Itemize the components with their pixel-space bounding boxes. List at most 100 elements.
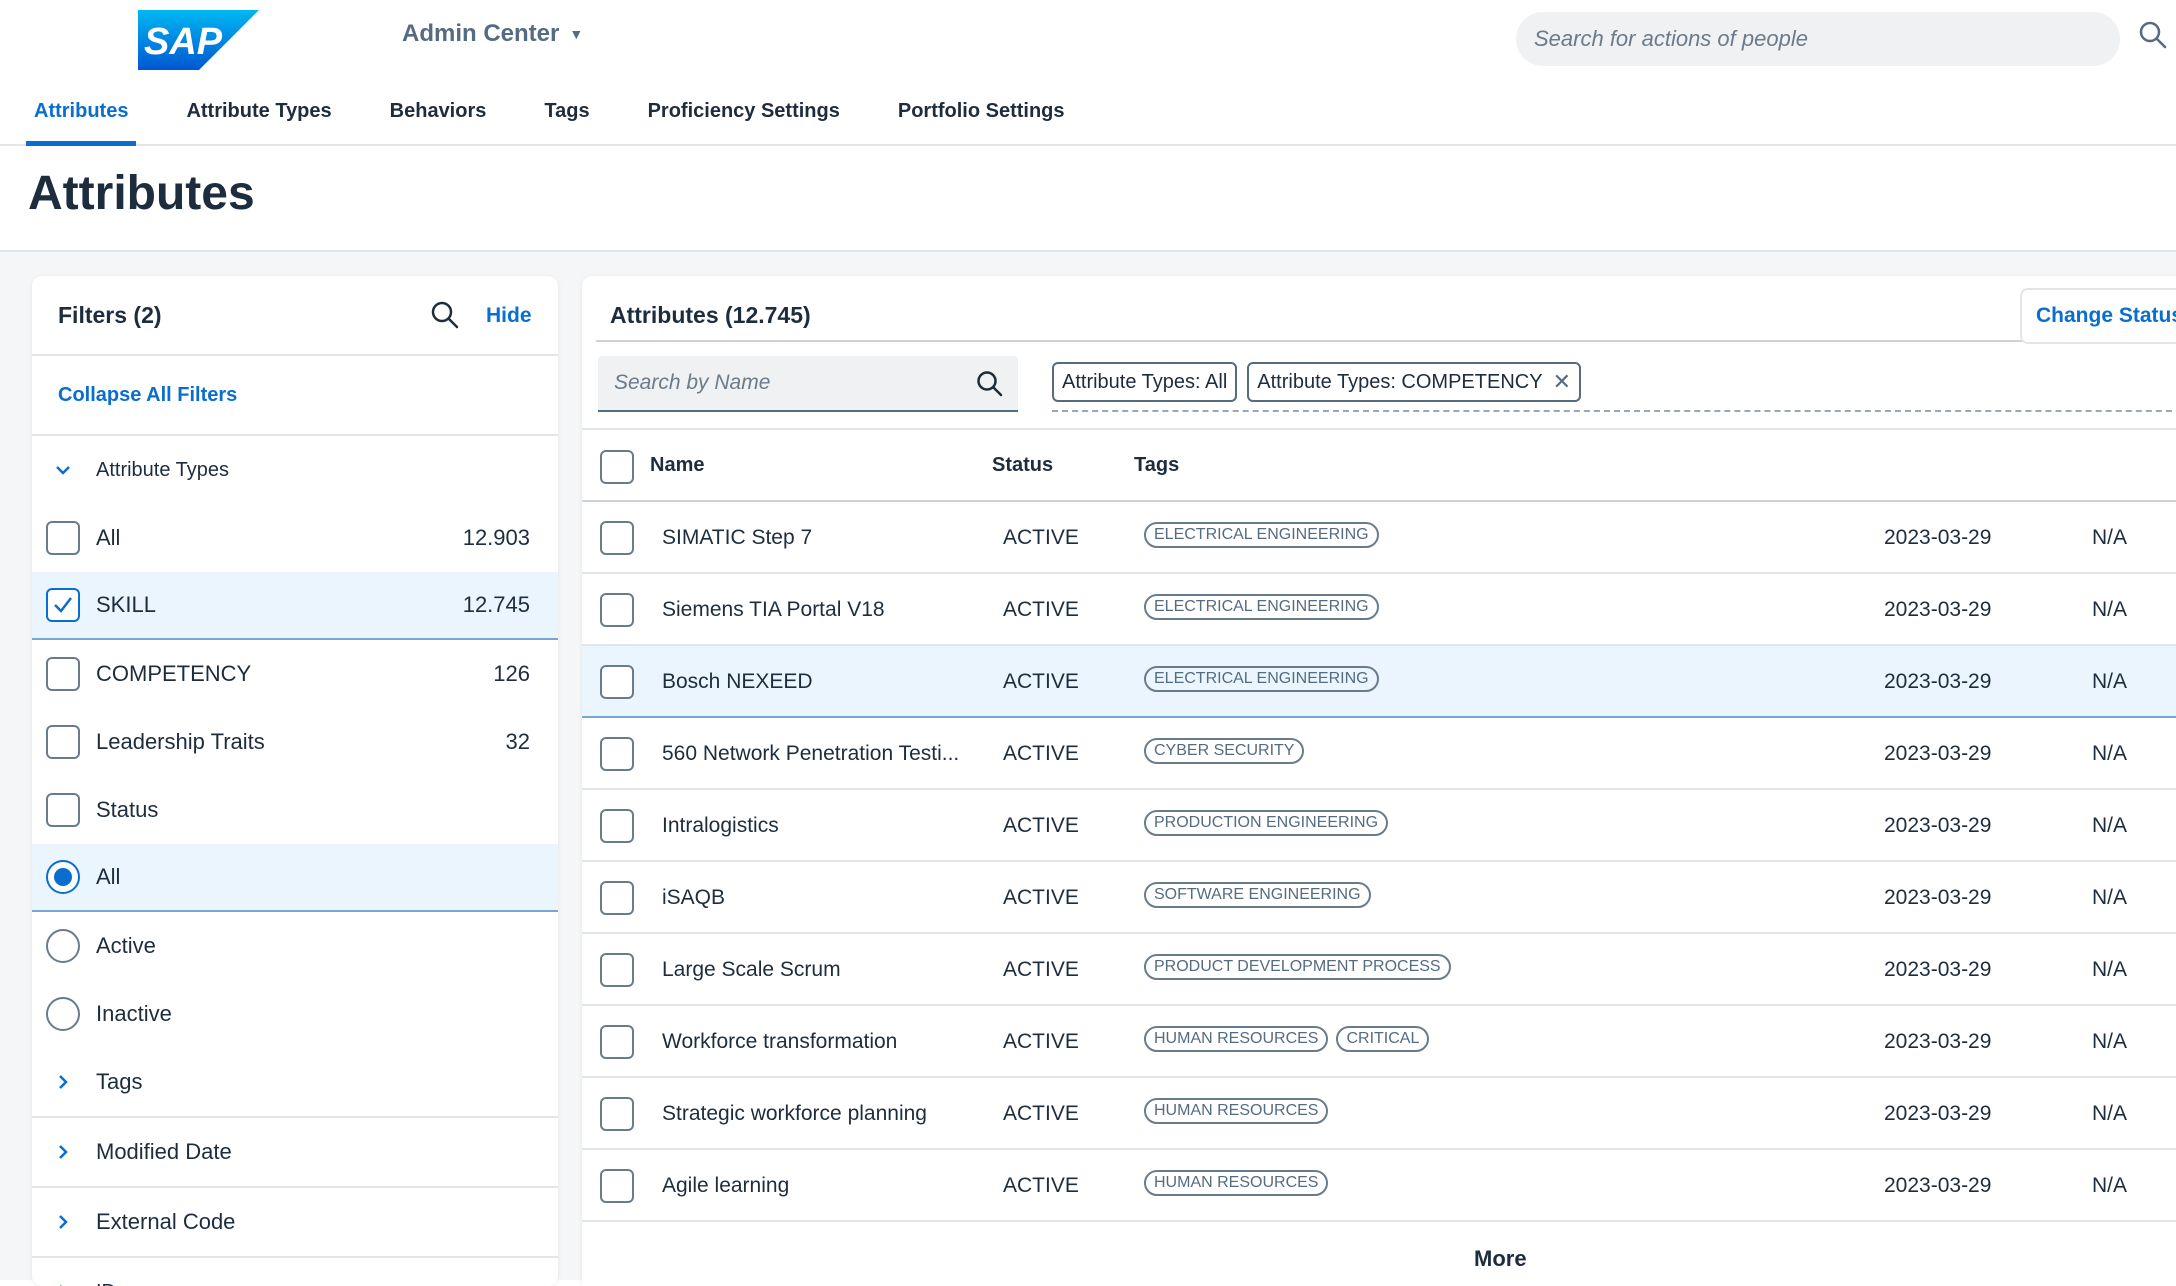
filter-option-label: Leadership Traits bbox=[96, 729, 265, 755]
collapse-all-filters-link[interactable]: Collapse All Filters bbox=[32, 356, 558, 436]
checkbox[interactable] bbox=[46, 725, 80, 759]
tab-attribute-types[interactable]: Attribute Types bbox=[178, 96, 339, 146]
hide-filters-button[interactable]: Hide bbox=[486, 304, 532, 328]
filter-option-skill[interactable]: SKILL 12.745 bbox=[32, 572, 558, 640]
tab-proficiency-settings[interactable]: Proficiency Settings bbox=[640, 96, 848, 146]
tag-badge: CYBER SECURITY bbox=[1144, 738, 1304, 764]
filter-option-leadership-traits[interactable]: Leadership Traits 32 bbox=[32, 708, 558, 776]
more-button[interactable]: More bbox=[1474, 1246, 1527, 1272]
cell-tags: PRODUCT DEVELOPMENT PROCESS bbox=[1144, 954, 1451, 980]
tag-badge: PRODUCTION ENGINEERING bbox=[1144, 810, 1388, 836]
checkbox[interactable] bbox=[46, 657, 80, 691]
chevron-down-icon bbox=[54, 461, 72, 479]
filter-search-icon[interactable] bbox=[430, 300, 460, 330]
filter-group-attribute-types[interactable]: Attribute Types bbox=[32, 436, 558, 504]
row-checkbox[interactable] bbox=[600, 1169, 634, 1203]
select-all-checkbox[interactable] bbox=[600, 450, 634, 484]
row-checkbox[interactable] bbox=[600, 953, 634, 987]
cell-extra: N/A bbox=[2092, 886, 2127, 910]
cell-date: 2023-03-29 bbox=[1884, 742, 1991, 766]
cell-name[interactable]: Siemens TIA Portal V18 bbox=[662, 598, 885, 622]
filter-option-label: SKILL bbox=[96, 592, 156, 618]
cell-name[interactable]: Intralogistics bbox=[662, 814, 779, 838]
row-checkbox[interactable] bbox=[600, 881, 634, 915]
table-row[interactable]: iSAQBACTIVESOFTWARE ENGINEERING2023-03-2… bbox=[582, 862, 2176, 934]
radio[interactable] bbox=[46, 997, 80, 1031]
top-bar: SAP Admin Center ▼ Search for actions of… bbox=[0, 0, 2176, 146]
row-checkbox[interactable] bbox=[600, 521, 634, 555]
attributes-table-panel: Attributes (12.745) Change Status Search… bbox=[582, 276, 2176, 1286]
cell-date: 2023-03-29 bbox=[1884, 814, 1991, 838]
status-option-inactive[interactable]: Inactive bbox=[32, 980, 558, 1048]
cell-extra: N/A bbox=[2092, 1174, 2127, 1198]
checkbox[interactable] bbox=[46, 521, 80, 555]
column-header-tags[interactable]: Tags bbox=[1134, 454, 1179, 477]
change-status-label: Change Status bbox=[2036, 304, 2176, 328]
close-icon[interactable]: ✕ bbox=[1553, 369, 1571, 395]
tab-attributes[interactable]: Attributes bbox=[26, 96, 136, 146]
table-row[interactable]: Large Scale ScrumACTIVEPRODUCT DEVELOPME… bbox=[582, 934, 2176, 1006]
checkbox-checked[interactable] bbox=[46, 588, 80, 622]
table-row[interactable]: IntralogisticsACTIVEPRODUCTION ENGINEERI… bbox=[582, 790, 2176, 862]
filter-option-all-types[interactable]: All 12.903 bbox=[32, 504, 558, 572]
sap-logo[interactable]: SAP bbox=[138, 10, 259, 70]
table-row[interactable]: 560 Network Penetration Testi...ACTIVECY… bbox=[582, 718, 2176, 790]
cell-name[interactable]: Workforce transformation bbox=[662, 1030, 897, 1054]
cell-name[interactable]: Strategic workforce planning bbox=[662, 1102, 927, 1126]
search-by-name-input[interactable]: Search by Name bbox=[598, 356, 1018, 412]
table-row[interactable]: Strategic workforce planningACTIVEHUMAN … bbox=[582, 1078, 2176, 1150]
table-row[interactable]: Bosch NEXEEDACTIVEELECTRICAL ENGINEERING… bbox=[582, 646, 2176, 718]
row-checkbox[interactable] bbox=[600, 1097, 634, 1131]
filter-chip[interactable]: Attribute Types: COMPETENCY ✕ bbox=[1247, 362, 1581, 402]
global-search-input[interactable]: Search for actions of people bbox=[1516, 12, 2120, 66]
filter-group-tags[interactable]: Tags bbox=[32, 1048, 558, 1118]
table-header: Name Status Tags bbox=[582, 428, 2176, 502]
filter-option-count: 12.745 bbox=[463, 592, 530, 618]
active-filter-chips: Attribute Types: All Attribute Types: CO… bbox=[1052, 362, 1581, 402]
cell-name[interactable]: Agile learning bbox=[662, 1174, 789, 1198]
filter-group-status[interactable]: Status bbox=[32, 776, 558, 844]
cell-tags: ELECTRICAL ENGINEERING bbox=[1144, 594, 1379, 620]
row-checkbox[interactable] bbox=[600, 593, 634, 627]
row-checkbox[interactable] bbox=[600, 737, 634, 771]
caret-down-icon: ▼ bbox=[569, 26, 583, 42]
app-switcher[interactable]: Admin Center ▼ bbox=[402, 20, 583, 48]
cell-status: ACTIVE bbox=[1003, 1102, 1079, 1126]
search-icon[interactable] bbox=[2138, 20, 2168, 50]
cell-name[interactable]: Bosch NEXEED bbox=[662, 670, 813, 694]
tab-portfolio-settings[interactable]: Portfolio Settings bbox=[890, 96, 1073, 146]
tag-badge: PRODUCT DEVELOPMENT PROCESS bbox=[1144, 954, 1451, 980]
cell-name[interactable]: Large Scale Scrum bbox=[662, 958, 841, 982]
filter-group-label: External Code bbox=[96, 1209, 235, 1235]
cell-name[interactable]: iSAQB bbox=[662, 886, 725, 910]
status-option-active[interactable]: Active bbox=[32, 912, 558, 980]
table-row[interactable]: Agile learningACTIVEHUMAN RESOURCES2023-… bbox=[582, 1150, 2176, 1222]
filter-group-id[interactable]: ID bbox=[32, 1258, 558, 1286]
filter-group-label: Status bbox=[96, 797, 158, 823]
row-checkbox[interactable] bbox=[600, 809, 634, 843]
app-title: Admin Center bbox=[402, 20, 559, 48]
radio[interactable] bbox=[46, 929, 80, 963]
tab-behaviors[interactable]: Behaviors bbox=[382, 96, 495, 146]
filter-chip[interactable]: Attribute Types: All bbox=[1052, 362, 1237, 402]
search-icon[interactable] bbox=[976, 370, 1004, 398]
column-header-name[interactable]: Name bbox=[650, 454, 704, 477]
checkbox[interactable] bbox=[46, 793, 80, 827]
row-checkbox[interactable] bbox=[600, 665, 634, 699]
change-status-button[interactable]: Change Status bbox=[2020, 288, 2176, 344]
filter-option-label: COMPETENCY bbox=[96, 661, 251, 687]
filter-group-external-code[interactable]: External Code bbox=[32, 1188, 558, 1258]
cell-name[interactable]: 560 Network Penetration Testi... bbox=[662, 742, 959, 766]
filter-group-modified-date[interactable]: Modified Date bbox=[32, 1118, 558, 1188]
status-option-all[interactable]: All bbox=[32, 844, 558, 912]
cell-name[interactable]: SIMATIC Step 7 bbox=[662, 526, 812, 550]
tag-badge: SOFTWARE ENGINEERING bbox=[1144, 882, 1371, 908]
table-row[interactable]: Siemens TIA Portal V18ACTIVEELECTRICAL E… bbox=[582, 574, 2176, 646]
tab-tags[interactable]: Tags bbox=[536, 96, 597, 146]
row-checkbox[interactable] bbox=[600, 1025, 634, 1059]
table-row[interactable]: Workforce transformationACTIVEHUMAN RESO… bbox=[582, 1006, 2176, 1078]
column-header-status[interactable]: Status bbox=[992, 454, 1053, 477]
radio-selected[interactable] bbox=[46, 860, 80, 894]
table-row[interactable]: SIMATIC Step 7ACTIVEELECTRICAL ENGINEERI… bbox=[582, 502, 2176, 574]
filter-option-competency[interactable]: COMPETENCY 126 bbox=[32, 640, 558, 708]
